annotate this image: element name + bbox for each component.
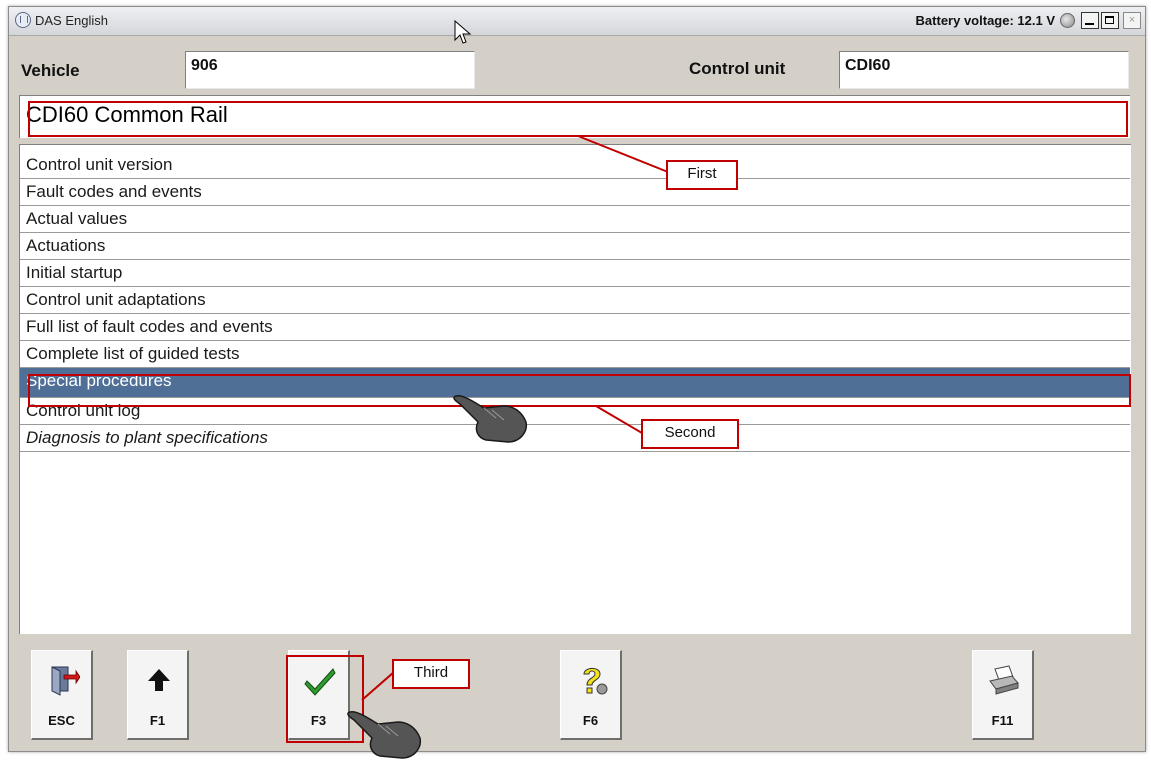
first-label: First [666, 160, 738, 190]
mouse-cursor-icon [454, 20, 472, 44]
callout-lines [361, 135, 669, 701]
pointing-hand-icon [453, 394, 528, 443]
third-label: Third [392, 659, 470, 689]
second-label: Second [641, 419, 739, 449]
pointing-hand-icon [347, 710, 422, 759]
